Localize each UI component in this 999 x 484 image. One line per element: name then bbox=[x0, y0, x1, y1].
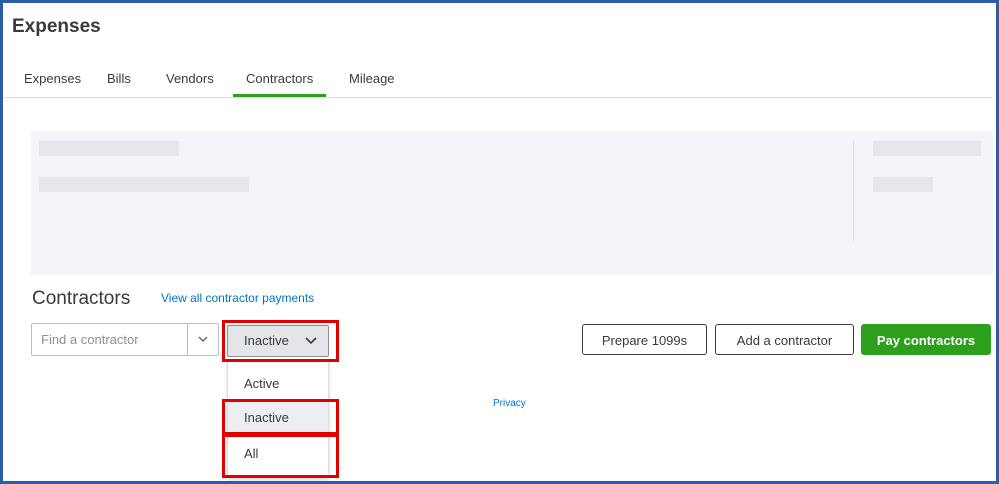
status-filter-menu: Active Inactive All bbox=[227, 360, 329, 478]
chevron-down-icon bbox=[304, 332, 318, 351]
chevron-down-icon bbox=[197, 331, 209, 350]
page-title: Expenses bbox=[12, 16, 101, 37]
skeleton-line bbox=[873, 177, 933, 192]
menu-item-label: Active bbox=[244, 376, 280, 391]
view-all-payments-link[interactable]: View all contractor payments bbox=[161, 291, 314, 305]
button-label: Add a contractor bbox=[736, 333, 833, 348]
contractor-search bbox=[31, 323, 219, 356]
add-contractor-button[interactable]: Add a contractor bbox=[715, 324, 854, 355]
tab-bills[interactable]: Bills bbox=[107, 69, 131, 95]
section-title: Contractors bbox=[32, 288, 131, 309]
summary-panel-loading bbox=[31, 131, 993, 275]
pay-contractors-button[interactable]: Pay contractors bbox=[861, 324, 991, 355]
filter-selected-label: Inactive bbox=[244, 333, 289, 348]
tab-vendors[interactable]: Vendors bbox=[166, 69, 214, 95]
menu-item-active[interactable]: Active bbox=[228, 367, 328, 399]
menu-item-label: All bbox=[244, 446, 259, 461]
skeleton-line bbox=[39, 141, 179, 156]
menu-item-all[interactable]: All bbox=[228, 437, 328, 469]
privacy-link[interactable]: Privacy bbox=[493, 398, 526, 409]
tab-mileage[interactable]: Mileage bbox=[349, 69, 395, 95]
prepare-1099s-button[interactable]: Prepare 1099s bbox=[582, 324, 707, 355]
search-input[interactable] bbox=[32, 324, 191, 355]
skeleton-line bbox=[873, 141, 981, 156]
button-label: Prepare 1099s bbox=[601, 333, 688, 348]
status-filter-dropdown[interactable]: Inactive bbox=[227, 325, 329, 357]
search-dropdown-button[interactable] bbox=[187, 324, 219, 355]
tab-expenses[interactable]: Expenses bbox=[24, 69, 81, 95]
tab-bar: Expenses Bills Vendors Contractors Milea… bbox=[3, 69, 993, 98]
button-label: Pay contractors bbox=[876, 333, 976, 348]
menu-item-label: Inactive bbox=[244, 410, 289, 425]
skeleton-line bbox=[39, 177, 249, 192]
menu-item-inactive[interactable]: Inactive bbox=[228, 401, 328, 433]
tab-contractors[interactable]: Contractors bbox=[233, 69, 327, 97]
app-window: Expenses Expenses Bills Vendors Contract… bbox=[0, 0, 999, 484]
summary-divider bbox=[853, 141, 854, 241]
